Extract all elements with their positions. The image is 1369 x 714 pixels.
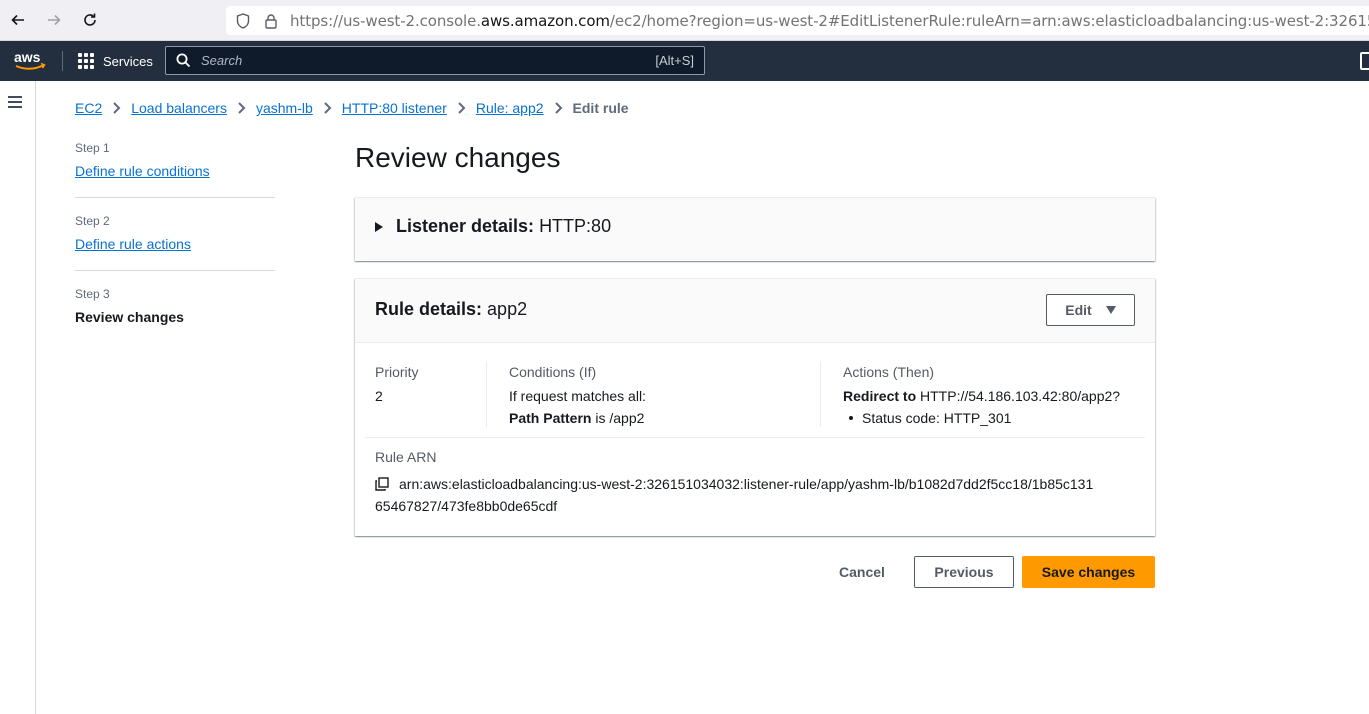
listener-details-value: HTTP:80 bbox=[539, 216, 612, 236]
listener-details-panel: Listener details: HTTP:80 bbox=[355, 197, 1155, 261]
action-key: Redirect to bbox=[843, 388, 917, 404]
rule-details-header: Rule details: app2 Edit bbox=[355, 279, 1155, 343]
shield-icon bbox=[234, 12, 252, 30]
url-host: aws.amazon.com bbox=[480, 11, 610, 30]
step-number: Step 2 bbox=[75, 214, 110, 228]
search-box[interactable]: [Alt+S] bbox=[165, 46, 705, 75]
chevron-right-icon bbox=[112, 101, 121, 115]
rule-details-label: Rule details: bbox=[375, 299, 483, 319]
aws-top-nav: aws Services [Alt+S] bbox=[0, 41, 1369, 81]
url-prefix: https://us-west-2.console. bbox=[290, 11, 481, 30]
rule-arn-value: arn:aws:elasticloadbalancing:us-west-2:3… bbox=[375, 473, 1135, 517]
action-status-item: Status code: HTTP_301 bbox=[843, 407, 1143, 429]
rule-details-title: Rule details: app2 bbox=[375, 299, 527, 320]
browser-toolbar: https://us-west-2.console.aws.amazon.com… bbox=[0, 0, 1369, 41]
save-changes-button[interactable]: Save changes bbox=[1022, 556, 1155, 588]
search-shortcut-hint: [Alt+S] bbox=[655, 53, 694, 68]
conditions-column: Conditions (If) If request matches all: … bbox=[509, 361, 821, 427]
listener-details-label: Listener details: bbox=[396, 216, 535, 236]
aws-logo[interactable]: aws bbox=[13, 49, 47, 73]
cloudshell-icon[interactable] bbox=[1360, 52, 1369, 70]
cancel-button[interactable]: Cancel bbox=[826, 556, 898, 588]
actions-label: Actions (Then) bbox=[843, 364, 935, 380]
aws-logo-text: aws bbox=[14, 49, 41, 65]
chevron-right-icon bbox=[323, 101, 332, 115]
step-link-define-conditions[interactable]: Define rule conditions bbox=[75, 163, 210, 179]
previous-button[interactable]: Previous bbox=[914, 556, 1014, 588]
rule-arn-line-2: 65467827/473fe8bb0de65cdf bbox=[375, 498, 558, 514]
search-icon bbox=[176, 53, 191, 68]
caret-down-icon bbox=[1105, 306, 1116, 314]
breadcrumb-load-balancers[interactable]: Load balancers bbox=[131, 100, 227, 116]
reload-icon bbox=[84, 13, 96, 26]
priority-column: Priority 2 bbox=[375, 361, 487, 427]
nav-divider bbox=[62, 51, 63, 71]
wizard-step-2: Step 2 Define rule actions bbox=[75, 214, 275, 271]
chevron-right-icon bbox=[237, 101, 246, 115]
copy-icon[interactable] bbox=[375, 477, 389, 491]
url-text: https://us-west-2.console.aws.amazon.com… bbox=[290, 12, 1369, 30]
listener-details-toggle[interactable]: Listener details: HTTP:80 bbox=[375, 216, 611, 237]
grid-icon bbox=[78, 53, 94, 69]
reload-button[interactable] bbox=[72, 0, 108, 41]
rule-arn-line-1: arn:aws:elasticloadbalancing:us-west-2:3… bbox=[399, 476, 1094, 492]
forward-button[interactable] bbox=[36, 0, 72, 41]
condition-value: is /app2 bbox=[595, 410, 645, 426]
conditions-intro: If request matches all: bbox=[509, 388, 646, 404]
url-path: /ec2/home?region=us-west-2#EditListenerR… bbox=[609, 11, 1369, 30]
services-menu-button[interactable]: Services bbox=[78, 51, 153, 71]
chevron-right-icon bbox=[457, 101, 466, 115]
step-current-review: Review changes bbox=[75, 309, 184, 325]
caret-right-icon bbox=[375, 221, 383, 232]
priority-value: 2 bbox=[375, 388, 383, 404]
breadcrumb-ec2[interactable]: EC2 bbox=[75, 100, 102, 116]
services-label: Services bbox=[103, 53, 153, 69]
rule-details-panel: Rule details: app2 Edit Priority 2 Condi… bbox=[355, 278, 1155, 536]
arrow-right-icon bbox=[48, 14, 61, 26]
breadcrumb-listener[interactable]: HTTP:80 listener bbox=[342, 100, 447, 116]
conditions-label: Conditions (If) bbox=[509, 364, 597, 380]
edit-button-label: Edit bbox=[1065, 302, 1092, 318]
step-number: Step 3 bbox=[75, 287, 110, 301]
rule-details-value: app2 bbox=[487, 299, 528, 319]
rule-arn-label: Rule ARN bbox=[375, 449, 437, 465]
breadcrumb: EC2 Load balancers yashm-lb HTTP:80 list… bbox=[75, 100, 629, 116]
lock-icon bbox=[262, 12, 280, 30]
priority-label: Priority bbox=[375, 364, 419, 380]
action-redirect: Redirect to HTTP://54.186.103.42:80/app2… bbox=[843, 385, 1143, 407]
wizard-steps: Step 1 Define rule conditions Step 2 Def… bbox=[75, 141, 275, 359]
breadcrumb-rule[interactable]: Rule: app2 bbox=[476, 100, 544, 116]
search-input[interactable] bbox=[201, 53, 656, 68]
edit-dropdown-button[interactable]: Edit bbox=[1046, 294, 1135, 326]
condition-key: Path Pattern bbox=[509, 410, 592, 426]
chevron-right-icon bbox=[554, 101, 563, 115]
menu-icon[interactable] bbox=[8, 96, 22, 108]
step-number: Step 1 bbox=[75, 141, 110, 155]
wizard-step-3: Step 3 Review changes bbox=[75, 287, 275, 343]
breadcrumb-current: Edit rule bbox=[572, 100, 629, 116]
wizard-step-1: Step 1 Define rule conditions bbox=[75, 141, 275, 198]
action-value: HTTP://54.186.103.42:80/app2? bbox=[920, 388, 1121, 404]
page-title: Review changes bbox=[355, 142, 561, 173]
actions-column: Actions (Then) Redirect to HTTP://54.186… bbox=[843, 361, 1143, 429]
breadcrumb-load-balancer[interactable]: yashm-lb bbox=[256, 100, 313, 116]
arrow-left-icon bbox=[11, 14, 24, 26]
condition-path-pattern: Path Pattern is /app2 bbox=[509, 407, 820, 429]
side-navigation-rail bbox=[0, 81, 36, 714]
address-bar[interactable]: https://us-west-2.console.aws.amazon.com… bbox=[226, 6, 1369, 35]
action-status-code: Status code: HTTP_301 bbox=[862, 410, 1012, 426]
bullet-icon bbox=[849, 416, 853, 420]
back-button[interactable] bbox=[0, 0, 36, 41]
step-link-define-actions[interactable]: Define rule actions bbox=[75, 236, 191, 252]
section-divider bbox=[365, 437, 1145, 438]
